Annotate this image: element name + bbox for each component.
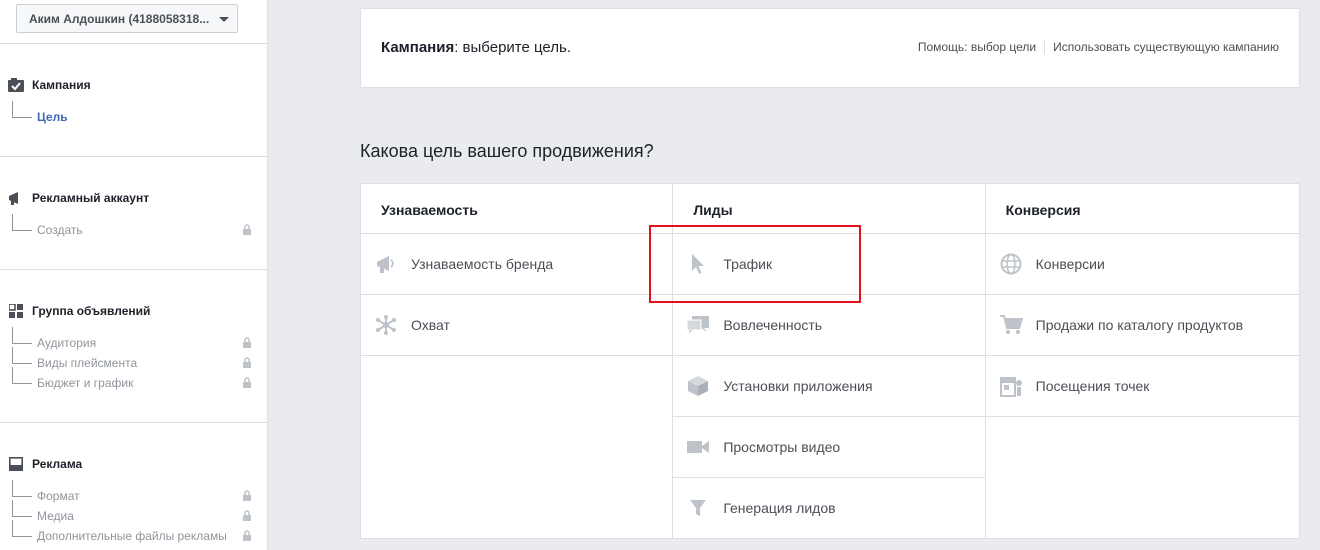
sidebar-item-create[interactable]: Создать (12, 214, 252, 240)
sidebar-item-label: Создать (37, 223, 83, 237)
objective-label: Установки приложения (723, 378, 873, 394)
sidebar-section-ad-account[interactable]: Рекламный аккаунт (8, 190, 149, 206)
header-links: Помощь: выбор цели Использовать существу… (918, 40, 1279, 54)
sidebar-section-ad[interactable]: Реклама (8, 456, 82, 472)
globe-icon (999, 252, 1023, 276)
objective-lead-generation[interactable]: Генерация лидов (673, 478, 985, 539)
sidebar-item-budget[interactable]: Бюджет и график (12, 367, 252, 393)
cart-icon (999, 313, 1023, 337)
sidebar-section-title: Рекламный аккаунт (32, 191, 150, 205)
lock-icon (243, 224, 251, 235)
help-link[interactable]: Помощь: выбор цели (918, 40, 1036, 54)
objective-label: Конверсии (1035, 256, 1105, 272)
account-selector[interactable]: Аким Алдошкин (4188058318... (16, 4, 238, 33)
objective-column-conversion: Конверсия Конверсии Продажи по каталогу … (985, 184, 1299, 538)
objective-label: Продажи по каталогу продуктов (1035, 317, 1244, 333)
traffic-highlight-box (649, 225, 861, 303)
chevron-down-icon (219, 17, 229, 22)
objective-label: Просмотры видео (723, 439, 841, 455)
lock-icon (243, 357, 251, 368)
column-title: Конверсия (985, 184, 1299, 234)
objective-question: Какова цель вашего продвижения? (360, 141, 654, 161)
store-icon (999, 374, 1023, 398)
grid-icon (8, 303, 24, 319)
funnel-icon (686, 496, 710, 520)
megaphone-icon (374, 252, 398, 276)
sidebar-section-campaign[interactable]: Кампания (8, 77, 91, 93)
megaphone-icon (8, 190, 24, 206)
sidebar-item-goal[interactable]: Цель (12, 101, 252, 127)
objective-engagement[interactable]: Вовлеченность (673, 295, 985, 356)
lock-icon (243, 510, 251, 521)
sidebar-item-label: Аудитория (37, 336, 97, 350)
sidebar-item-label: Формат (37, 489, 80, 503)
account-selector-label: Аким Алдошкин (4188058318... (29, 12, 210, 26)
divider (0, 156, 267, 157)
chat-bubbles-icon (686, 313, 710, 337)
divider (0, 43, 267, 44)
divider (0, 422, 267, 423)
objective-video-views[interactable]: Просмотры видео (673, 417, 985, 478)
objective-label: Охват (411, 317, 450, 333)
box-icon (686, 374, 710, 398)
asterisk-icon (374, 313, 398, 337)
objective-conversions[interactable]: Конверсии (985, 234, 1299, 295)
page-title-rest: : выберите цель. (454, 39, 572, 56)
sidebar-item-label: Цель (37, 110, 68, 124)
sidebar-section-ad-set[interactable]: Группа объявлений (8, 303, 150, 319)
ad-frame-icon (8, 456, 24, 472)
sidebar-item-label: Виды плейсмента (37, 356, 138, 370)
objective-app-installs[interactable]: Установки приложения (673, 356, 985, 417)
video-camera-icon (686, 435, 710, 459)
page-title: Кампания: выберите цель. (381, 39, 571, 56)
campaign-header: Кампания: выберите цель. Помощь: выбор ц… (360, 8, 1300, 88)
sidebar-item-format[interactable]: Формат (12, 480, 252, 506)
sidebar-item-label: Дополнительные файлы рекламы (37, 529, 227, 543)
sidebar-item-audience[interactable]: Аудитория (12, 327, 252, 353)
sidebar-section-title: Группа объявлений (32, 304, 151, 318)
objective-reach[interactable]: Охват (361, 295, 673, 356)
sidebar-section-title: Кампания (32, 78, 91, 92)
use-existing-campaign-link[interactable]: Использовать существующую кампанию (1053, 40, 1279, 54)
sidebar: Аким Алдошкин (4188058318... Кампания Це… (0, 0, 268, 550)
lock-icon (243, 377, 251, 388)
lock-icon (243, 530, 251, 541)
column-title: Узнаваемость (361, 184, 673, 234)
page-title-bold: Кампания (381, 39, 455, 56)
objective-label: Узнаваемость бренда (411, 256, 554, 272)
sidebar-item-placements[interactable]: Виды плейсмента (12, 347, 252, 373)
checked-box-icon (8, 77, 24, 93)
objective-label: Вовлеченность (723, 317, 823, 333)
sidebar-item-label: Медиа (37, 509, 74, 523)
sidebar-item-label: Бюджет и график (37, 376, 134, 390)
objective-label: Посещения точек (1035, 378, 1150, 394)
objective-brand-awareness[interactable]: Узнаваемость бренда (361, 234, 673, 295)
sidebar-item-extra-files[interactable]: Дополнительные файлы рекламы (12, 520, 252, 546)
lock-icon (243, 490, 251, 501)
divider (1044, 40, 1046, 54)
objective-column-awareness: Узнаваемость Узнаваемость бренда Охват (361, 184, 674, 538)
lock-icon (243, 337, 251, 348)
divider (0, 269, 267, 270)
sidebar-section-title: Реклама (32, 457, 83, 471)
objective-catalog-sales[interactable]: Продажи по каталогу продуктов (985, 295, 1299, 356)
objective-label: Генерация лидов (723, 500, 836, 516)
objective-store-visits[interactable]: Посещения точек (985, 356, 1299, 417)
sidebar-item-media[interactable]: Медиа (12, 500, 252, 526)
